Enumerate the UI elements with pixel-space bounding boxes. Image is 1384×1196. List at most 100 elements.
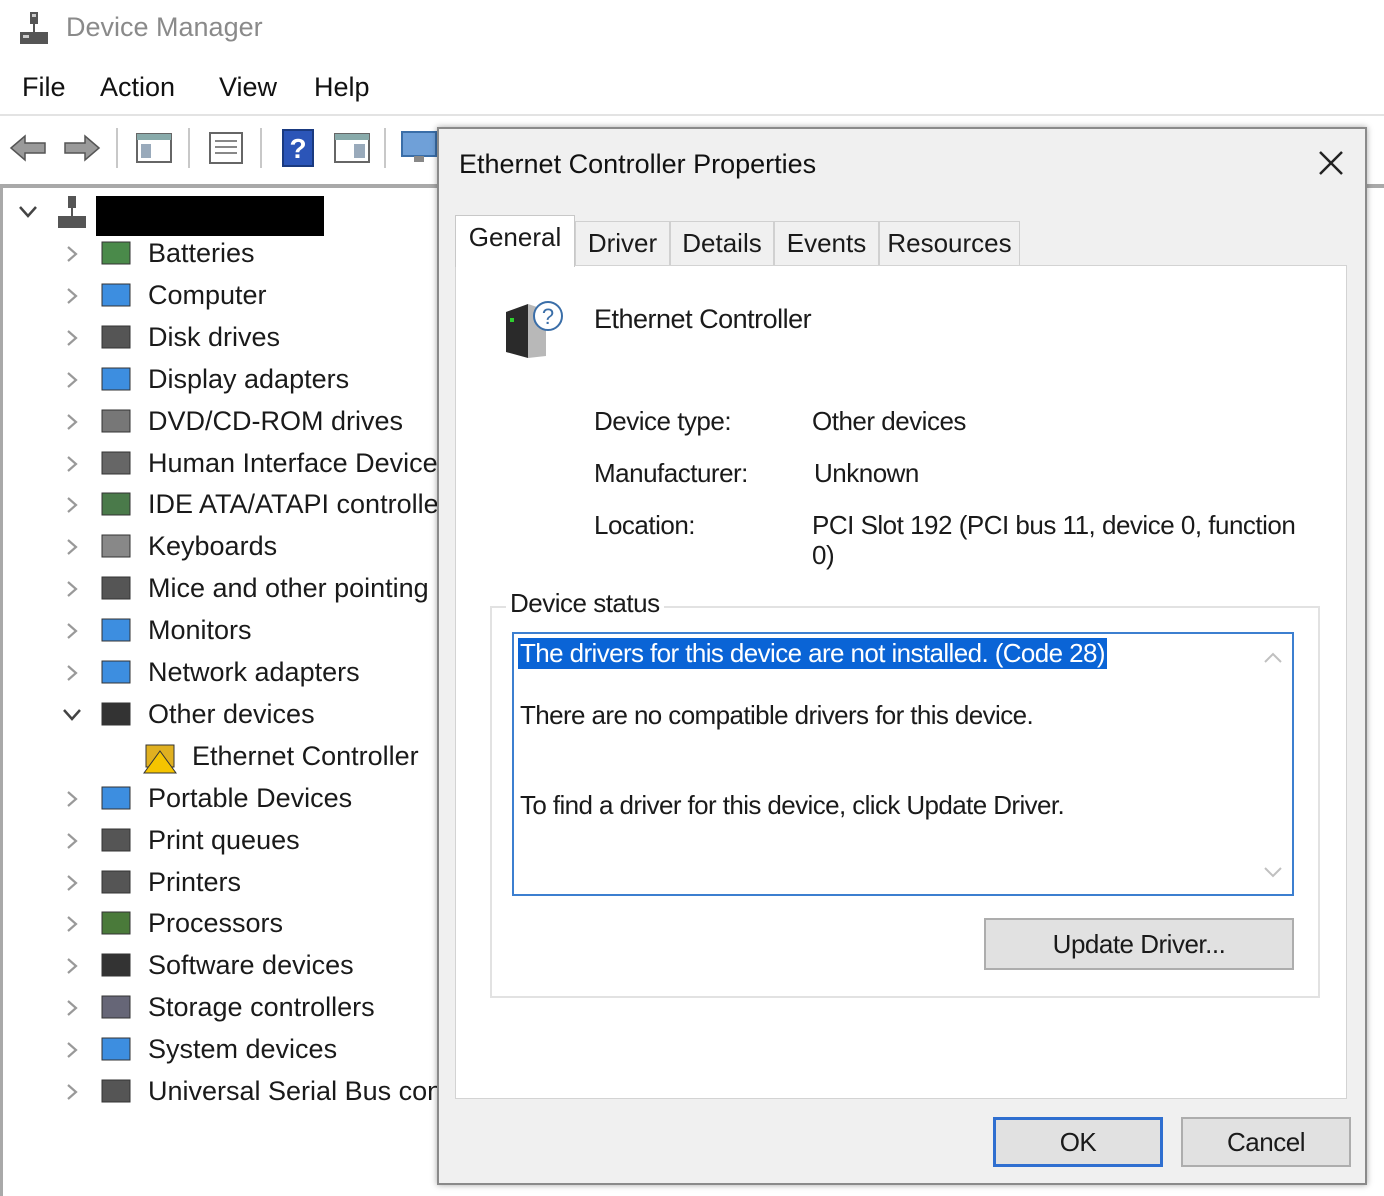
chevron-right-icon[interactable] [62, 659, 82, 687]
close-icon [1319, 151, 1343, 175]
tree-item[interactable]: Storage controllers [0, 988, 440, 1028]
chevron-right-icon[interactable] [62, 575, 82, 603]
help-button[interactable]: ? [278, 128, 318, 168]
tree-item[interactable]: Software devices [0, 946, 440, 986]
tree-item[interactable]: Ethernet Controller [0, 737, 440, 777]
tree-item[interactable]: Human Interface Devices [0, 444, 440, 484]
update-driver-button[interactable]: Update Driver... [984, 918, 1294, 970]
menu-action[interactable]: Action [100, 72, 175, 103]
chevron-right-icon[interactable] [62, 869, 82, 897]
chevron-right-icon[interactable] [62, 1036, 82, 1064]
show-hide-tree-button[interactable] [134, 128, 174, 168]
disk-drive-icon [101, 325, 131, 349]
chevron-right-icon[interactable] [62, 282, 82, 310]
tree-item-label: System devices [148, 1034, 338, 1065]
manufacturer-value: Unknown [814, 458, 919, 488]
chevron-down-icon[interactable] [18, 198, 38, 226]
scroll-up-button[interactable] [1258, 646, 1288, 670]
tree-item[interactable]: Display adapters [0, 360, 440, 400]
scan-hardware-button[interactable] [400, 128, 440, 168]
tree-item[interactable]: Universal Serial Bus controllers [0, 1072, 440, 1112]
display-adapter-icon [101, 367, 131, 391]
window-title: Device Manager [66, 12, 263, 42]
ok-button[interactable]: OK [993, 1117, 1163, 1167]
device-tree: Batteries Computer Disk drives Display adap… [0, 188, 440, 1196]
action-pane-button[interactable] [332, 128, 372, 168]
chevron-right-icon[interactable] [62, 324, 82, 352]
usb-icon [101, 1079, 131, 1103]
chevron-right-icon[interactable] [62, 533, 82, 561]
close-button[interactable] [1311, 143, 1351, 183]
back-button[interactable] [8, 128, 48, 168]
tree-item[interactable]: Portable Devices [0, 779, 440, 819]
chevron-right-icon[interactable] [62, 408, 82, 436]
tree-item[interactable]: System devices [0, 1030, 440, 1070]
tree-item-label: Monitors [148, 615, 252, 646]
general-tab-panel: ? Ethernet Controller Device type: Other… [455, 265, 1347, 1099]
hid-icon [101, 451, 131, 474]
tree-item-label: Human Interface Devices [148, 447, 440, 478]
location-label: Location: [594, 510, 696, 540]
tree-item-label: Network adapters [148, 657, 360, 687]
device-status-textbox[interactable]: The drivers for this device are not inst… [512, 632, 1294, 896]
tree-item-label: Disk drives [148, 321, 281, 352]
tree-item-label: IDE ATA/ATAPI controllers [148, 489, 440, 520]
tab-details[interactable]: Details [670, 221, 774, 265]
dvd-drive-icon [101, 409, 131, 433]
tree-item-label: Batteries [148, 238, 255, 268]
menu-view[interactable]: View [219, 72, 277, 103]
scroll-down-button[interactable] [1258, 860, 1288, 884]
tree-item[interactable]: Processors [0, 904, 440, 944]
tree-item[interactable]: Monitors [0, 611, 440, 651]
tree-item-label: Software devices [148, 950, 354, 981]
tree-item[interactable]: Keyboards [0, 527, 440, 567]
chevron-right-icon[interactable] [62, 910, 82, 938]
chevron-right-icon[interactable] [62, 952, 82, 980]
tree-item[interactable]: IDE ATA/ATAPI controllers [0, 485, 440, 525]
chevron-right-icon[interactable] [62, 617, 82, 645]
chevron-right-icon[interactable] [62, 240, 82, 268]
tree-item[interactable]: Batteries [0, 234, 440, 274]
chevron-right-icon[interactable] [62, 491, 82, 519]
chevron-right-icon[interactable] [62, 450, 82, 478]
cancel-button[interactable]: Cancel [1181, 1117, 1351, 1167]
device-type-value: Other devices [812, 406, 966, 436]
chevron-right-icon[interactable] [62, 827, 82, 855]
device-manager-icon [20, 12, 48, 44]
properties-icon [209, 132, 243, 164]
tree-item-label: Mice and other pointing devices [148, 573, 440, 604]
tree-item[interactable]: Disk drives [0, 318, 440, 358]
network-adapter-icon [101, 660, 131, 684]
ide-controller-icon [101, 492, 131, 516]
tree-item[interactable]: Computer [0, 276, 440, 316]
tree-item[interactable]: Other devices [0, 695, 440, 735]
tab-resources[interactable]: Resources [879, 221, 1020, 265]
tree-item[interactable]: Print queues [0, 821, 440, 861]
tree-item-label: Computer [148, 279, 267, 310]
tree-item-label: Keyboards [148, 531, 278, 562]
menu-file[interactable]: File [22, 72, 66, 103]
forward-button[interactable] [62, 128, 102, 168]
status-line-selected: The drivers for this device are not inst… [518, 638, 1107, 669]
tab-general[interactable]: General [455, 215, 575, 267]
computer-root-icon [58, 196, 86, 228]
chevron-down-icon[interactable] [62, 701, 82, 729]
properties-button[interactable] [206, 128, 246, 168]
tree-item[interactable]: Mice and other pointing devices [0, 569, 440, 609]
status-line: To find a driver for this device, click … [520, 790, 1065, 820]
chevron-right-icon[interactable] [62, 366, 82, 394]
tree-item[interactable]: Network adapters [0, 653, 440, 693]
tab-driver[interactable]: Driver [575, 221, 670, 265]
chevron-right-icon[interactable] [62, 1078, 82, 1106]
chevron-right-icon[interactable] [62, 785, 82, 813]
chevron-right-icon[interactable] [62, 994, 82, 1022]
tree-item-label: Storage controllers [148, 992, 375, 1023]
menu-help[interactable]: Help [314, 72, 370, 103]
system-folder-icon [101, 1037, 131, 1061]
tree-item[interactable]: DVD/CD-ROM drives [0, 402, 440, 442]
tree-root[interactable] [0, 192, 440, 236]
tree-item-label: Print queues [148, 824, 300, 855]
dialog-title: Ethernet Controller Properties [459, 149, 817, 179]
tab-events[interactable]: Events [774, 221, 879, 265]
tree-item[interactable]: Printers [0, 863, 440, 903]
